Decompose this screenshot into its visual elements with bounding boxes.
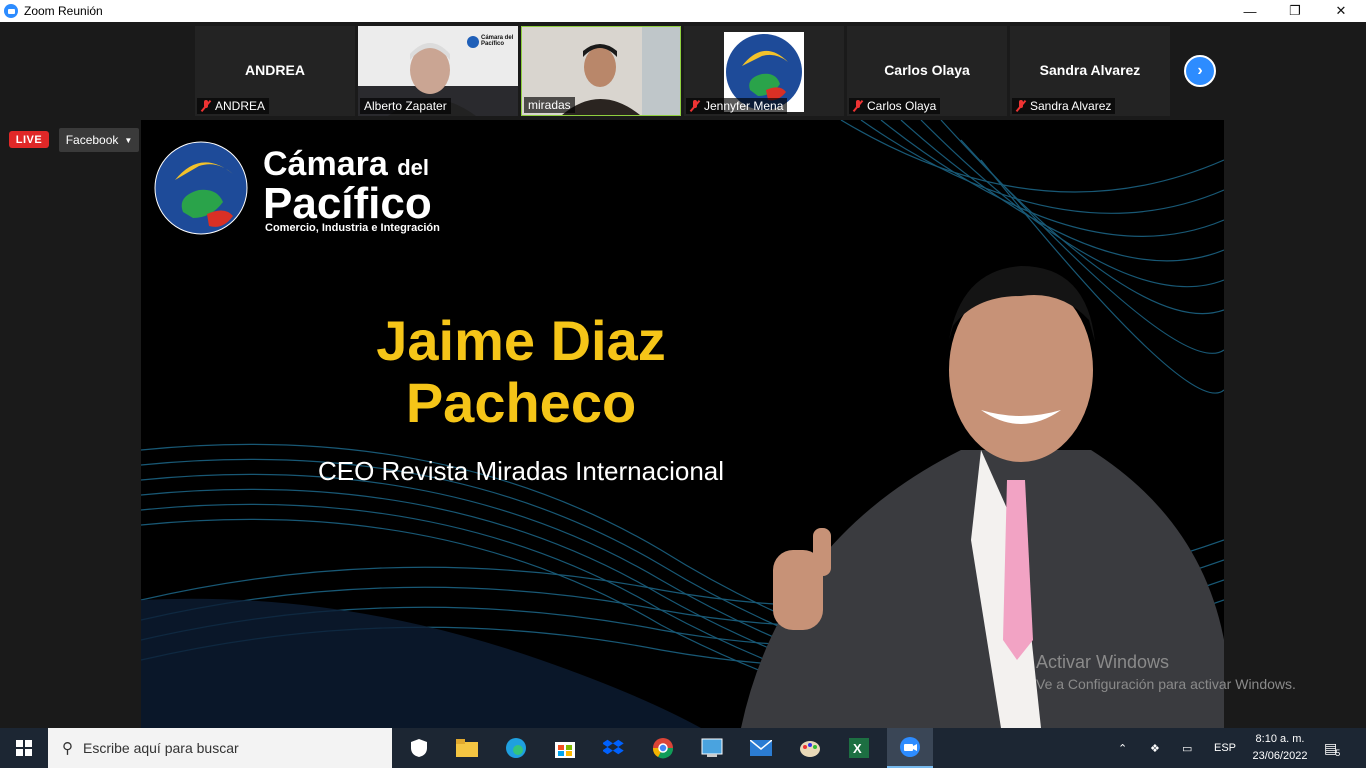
svg-text:X: X [853, 741, 862, 756]
small-brand-logo: Cámara del Pacífico [481, 35, 514, 47]
zoom-logo-icon [4, 4, 18, 18]
brand-name-line2: Pacífico [263, 179, 432, 228]
participant-name: ANDREA [245, 62, 305, 78]
participant-label: Carlos Olaya [849, 98, 941, 114]
microsoft-store-icon[interactable] [551, 734, 579, 762]
participant-label-text: Jennyfer Mena [704, 99, 784, 113]
participant-label: ANDREA [197, 98, 270, 114]
mic-muted-icon [1016, 100, 1026, 112]
taskbar: ⚲ Escribe aquí para buscar X ⌃ ❖ ▭ ESP 8… [0, 728, 1366, 768]
zoom-taskbar-icon[interactable] [887, 728, 933, 768]
windows-start-icon[interactable] [0, 728, 48, 768]
dropbox-tray-icon[interactable]: ❖ [1150, 728, 1160, 768]
speaker-role: CEO Revista Miradas Internacional [317, 456, 725, 486]
activation-watermark: Activar Windows Ve a Configuración para … [1036, 652, 1296, 692]
notification-count: 5 [1335, 748, 1341, 758]
minimize-button[interactable]: — [1227, 0, 1273, 22]
excel-icon[interactable]: X [845, 734, 873, 762]
brand-tagline: Comercio, Industria e Integración [265, 222, 440, 234]
clock-date: 23/06/2022 [1252, 750, 1308, 762]
mic-muted-icon [201, 100, 211, 112]
live-target-label: Facebook [65, 133, 119, 147]
participant-label-text: Carlos Olaya [867, 99, 937, 113]
edge-browser-icon[interactable] [502, 734, 530, 762]
chrome-browser-icon[interactable] [649, 734, 677, 762]
title-bar: Zoom Reunión — ❐ ✕ [0, 0, 1366, 22]
dropbox-icon[interactable] [600, 734, 628, 762]
mail-icon[interactable] [747, 734, 775, 762]
participant-tile[interactable]: ANDREA ANDREA [195, 26, 355, 116]
clock-time: 8:10 a. m. [1255, 733, 1305, 745]
notifications-icon[interactable]: ▤ 5 [1324, 728, 1340, 768]
window-title: Zoom Reunión [24, 4, 103, 18]
taskbar-clock[interactable]: 8:10 a. m. 23/06/2022 [1242, 731, 1318, 765]
show-hidden-icons-chevron-up-icon[interactable]: ⌃ [1118, 728, 1127, 768]
participant-tile[interactable]: Sandra Alvarez Sandra Alvarez [1010, 26, 1170, 116]
search-icon: ⚲ [62, 740, 73, 757]
live-badge: LIVE [9, 131, 49, 148]
participant-label-text: Sandra Alvarez [1030, 99, 1112, 113]
taskbar-search-input[interactable]: ⚲ Escribe aquí para buscar [48, 728, 392, 768]
participant-tile[interactable]: Jennyfer Mena [684, 26, 844, 116]
control-panel-icon[interactable] [698, 734, 726, 762]
mic-muted-icon [853, 100, 863, 112]
participant-label-text: miradas [528, 98, 571, 112]
close-button[interactable]: ✕ [1318, 0, 1364, 22]
battery-icon[interactable]: ▭ [1182, 728, 1192, 768]
participant-tile-active-speaker[interactable]: miradas [521, 26, 681, 116]
search-placeholder: Escribe aquí para buscar [83, 740, 239, 756]
participant-tile[interactable]: Cámara del Pacífico Alberto Zapater [358, 26, 518, 116]
file-explorer-icon[interactable] [453, 734, 481, 762]
chevron-down-icon: ▼ [124, 135, 133, 145]
language-indicator[interactable]: ESP [1214, 728, 1236, 768]
security-shield-icon[interactable] [405, 734, 433, 762]
mic-muted-icon [690, 100, 700, 112]
shared-screen: Cámara del Pacífico Comercio, Industria … [141, 120, 1224, 728]
speaker-name: Jaime Diaz Pacheco [376, 309, 666, 434]
participant-name: Sandra Alvarez [1039, 62, 1141, 78]
paint-icon[interactable] [796, 734, 824, 762]
participant-label-text: ANDREA [215, 99, 266, 113]
maximize-button[interactable]: ❐ [1272, 0, 1318, 22]
participant-label: Jennyfer Mena [686, 98, 788, 114]
participant-tile[interactable]: Carlos Olaya Carlos Olaya [847, 26, 1007, 116]
next-page-arrow-icon[interactable]: › [1184, 55, 1216, 87]
participant-strip: ANDREA ANDREA Cámara del Pacífico Albert… [0, 22, 1366, 118]
participant-label: miradas [524, 97, 575, 113]
participant-label: Alberto Zapater [360, 98, 451, 114]
participant-name: Carlos Olaya [884, 62, 970, 78]
camara-del-pacifico-logo [154, 141, 248, 235]
participant-label-text: Alberto Zapater [364, 99, 447, 113]
live-stream-target-dropdown[interactable]: Facebook ▼ [59, 128, 139, 152]
participant-label: Sandra Alvarez [1012, 98, 1116, 114]
